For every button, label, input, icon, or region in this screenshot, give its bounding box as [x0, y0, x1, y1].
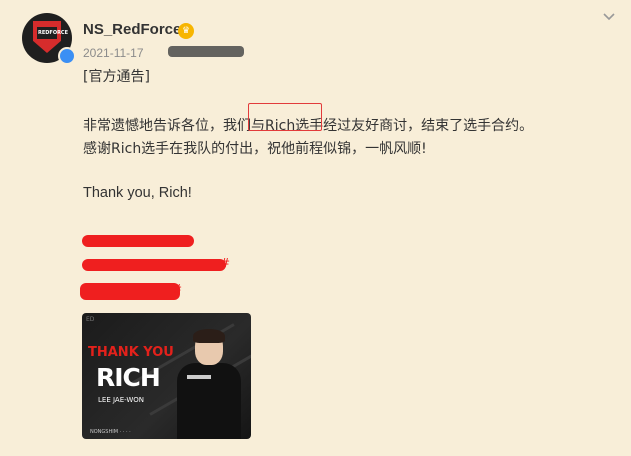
timestamp-redaction — [168, 46, 244, 57]
chevron-down-icon[interactable] — [599, 6, 619, 26]
post-tag: [官方通告] — [83, 69, 150, 85]
player-figure — [177, 329, 241, 439]
image-subtitle: LEE JAE-WON — [98, 396, 145, 404]
jersey-logo — [187, 375, 211, 379]
highlight-box — [248, 103, 322, 131]
post-image[interactable]: ED THANK YOU RICH LEE JAE-WON NONGSHIM ·… — [82, 313, 251, 439]
team-logo-text: REDFORCE — [38, 30, 69, 36]
redacted-hashtag-1 — [82, 235, 194, 247]
redacted-hashtag-2-hash: # — [220, 256, 231, 270]
crown-badge-icon[interactable]: ♛ — [178, 23, 194, 39]
player-hair — [193, 329, 225, 343]
verified-badge-icon — [58, 47, 76, 65]
timestamp[interactable]: 2021-11-17 — [83, 46, 144, 60]
username[interactable]: NS_RedForce — [83, 21, 181, 38]
redacted-hashtag-3-hash: # — [172, 282, 183, 296]
redacted-hashtag-3 — [80, 283, 180, 300]
image-sponsor-footer: NONGSHIM · · · · — [90, 429, 131, 435]
post-text-line-2: 感谢Rich选手在我队的付出，祝他前程似锦，一帆风顺! — [83, 141, 427, 157]
image-title-rich: RICH — [96, 363, 161, 392]
image-title-thank-you: THANK YOU — [88, 345, 174, 360]
redacted-hashtag-2 — [82, 259, 226, 271]
image-corner-text: ED — [86, 316, 95, 323]
post-text-english: Thank you, Rich! — [83, 185, 192, 201]
